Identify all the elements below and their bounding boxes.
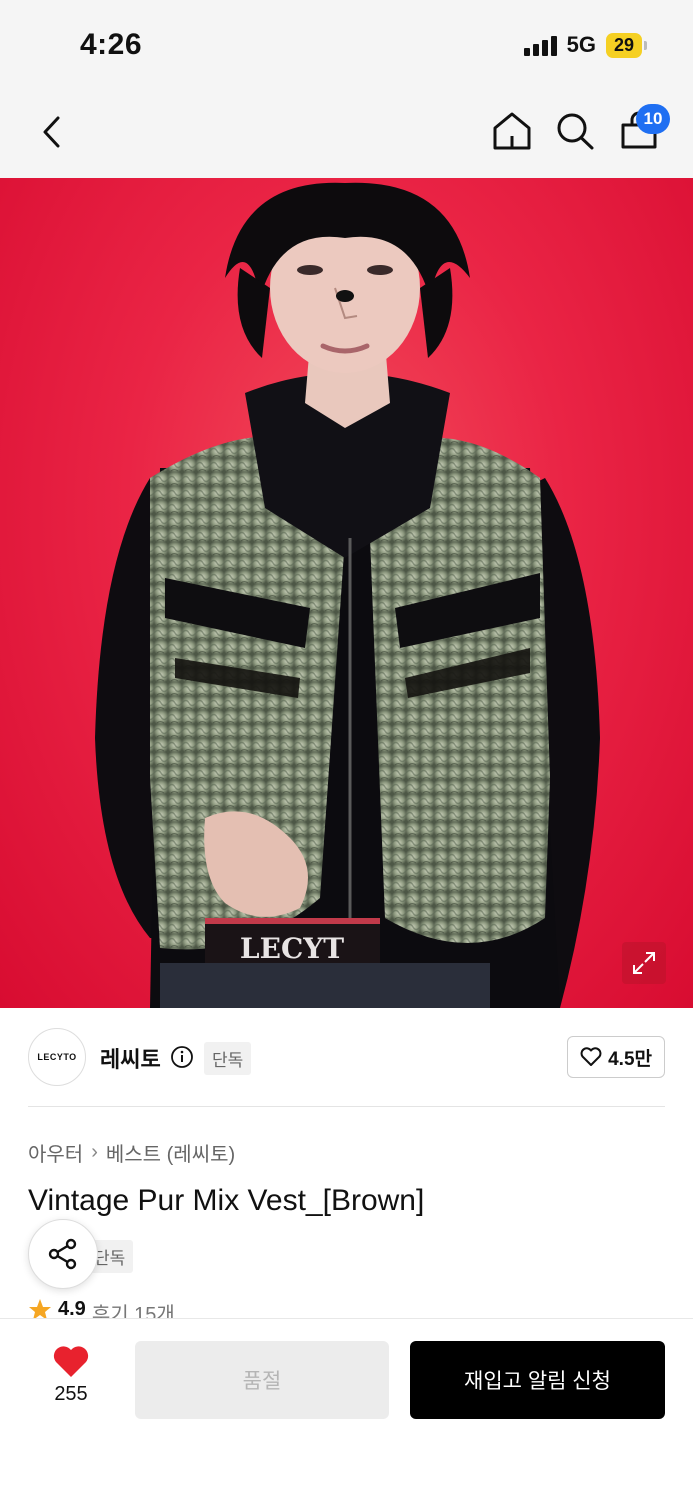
divider <box>28 1106 665 1107</box>
battery-level: 29 <box>605 32 642 58</box>
restock-alert-button[interactable]: 재입고 알림 신청 <box>410 1341 665 1419</box>
back-button[interactable] <box>30 110 74 154</box>
share-button[interactable] <box>28 1219 98 1289</box>
brand-favorite-count: 4.5만 <box>608 1048 652 1070</box>
network-type: 5G <box>566 32 596 57</box>
cart-count-badge: 10 <box>636 104 670 134</box>
brand-row: LECYTO 레씨토 단독 4.5만 <box>28 1028 665 1088</box>
brand-logo[interactable]: LECYTO <box>28 1028 86 1086</box>
waistband-logo: LECYT <box>240 932 344 965</box>
like-button[interactable]: 255 <box>40 1345 102 1406</box>
expand-icon <box>633 952 655 974</box>
battery-icon: 29 <box>605 32 647 58</box>
exclusive-badge: 단독 <box>204 1042 252 1075</box>
chevron-left-icon <box>43 116 60 148</box>
chevron-right-icon: › <box>91 1141 98 1163</box>
share-icon <box>48 1238 77 1270</box>
search-button[interactable] <box>553 108 597 154</box>
like-count: 255 <box>54 1383 88 1405</box>
brand-info-button[interactable] <box>170 1045 194 1069</box>
home-button[interactable] <box>490 108 534 154</box>
info-icon <box>171 1046 193 1068</box>
heart-outline-icon <box>580 1047 602 1066</box>
home-icon <box>493 112 531 150</box>
breadcrumb: 아우터 › 베스트 (레씨토) <box>28 1138 235 1167</box>
search-icon <box>557 113 594 150</box>
breadcrumb-item-outer[interactable]: 아우터 <box>28 1138 83 1167</box>
product-image[interactable]: LECYT <box>0 178 693 1008</box>
breadcrumb-item-best[interactable]: 베스트 (레씨토) <box>106 1138 235 1167</box>
status-time: 4:26 <box>80 28 143 61</box>
zoom-button[interactable] <box>622 942 666 984</box>
model-photo: LECYT <box>95 182 600 1008</box>
bottom-action-bar: 255 품절 재입고 알림 신청 <box>0 1318 693 1500</box>
brand-name[interactable]: 레씨토 <box>100 1042 161 1074</box>
brand-favorite-button[interactable]: 4.5만 <box>567 1036 665 1078</box>
status-bar: 4:26 5G 29 <box>0 0 693 88</box>
heart-filled-icon <box>53 1346 89 1377</box>
sold-out-button[interactable]: 품절 <box>135 1341 389 1419</box>
status-indicators: 5G 29 <box>523 32 647 58</box>
nav-bar <box>0 88 693 178</box>
cellular-signal-icon <box>523 34 557 56</box>
product-title: Vintage Pur Mix Vest_[Brown] <box>28 1184 425 1217</box>
